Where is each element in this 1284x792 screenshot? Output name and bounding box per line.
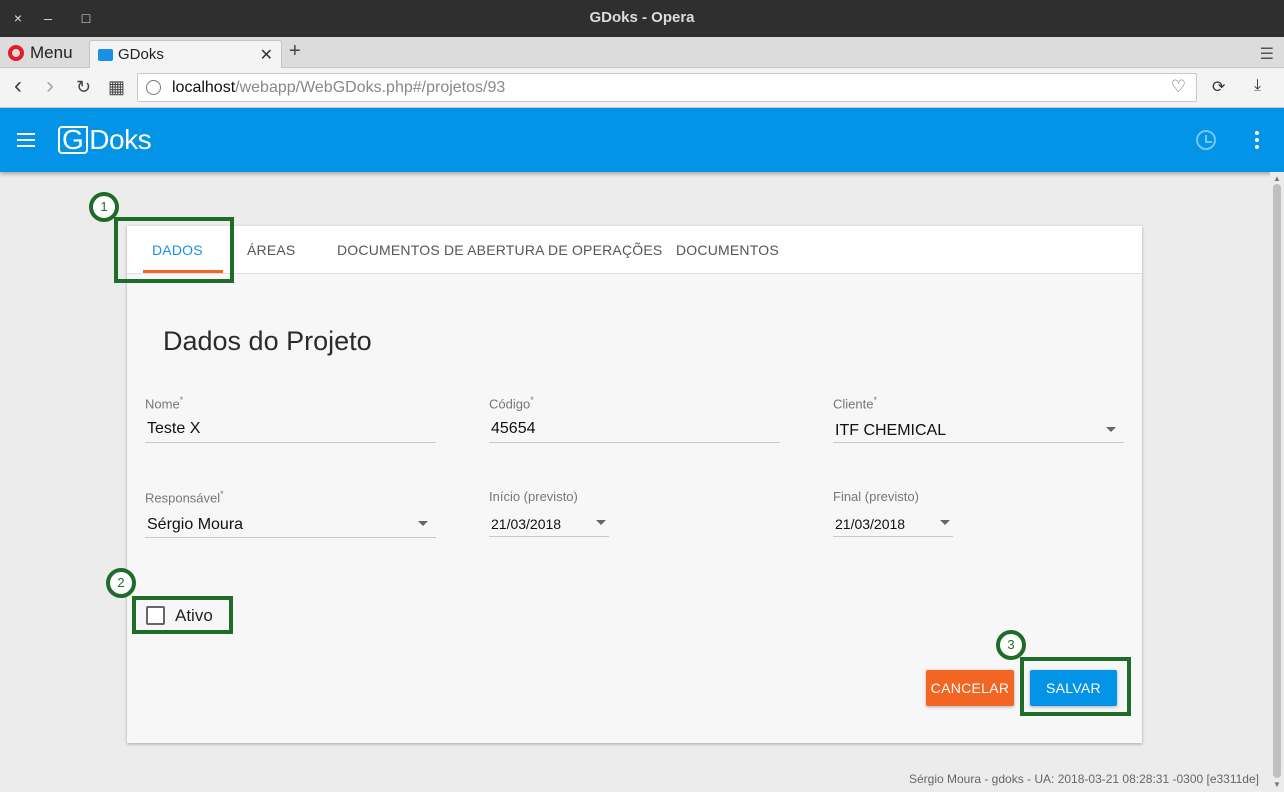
annotation-marker-1: 1 bbox=[89, 192, 119, 222]
section-title: Dados do Projeto bbox=[163, 326, 372, 356]
scroll-up-icon[interactable]: ▲ bbox=[1273, 174, 1281, 183]
browser-tabstrip: Menu GDoks ✕ bbox=[0, 37, 1284, 68]
tab-areas[interactable]: ÁREAS bbox=[247, 242, 295, 258]
cliente-dropdown-icon[interactable] bbox=[1106, 427, 1116, 432]
url-path: /webapp/WebGDoks.php#/projetos/93 bbox=[235, 78, 506, 96]
annotation-marker-3: 3 bbox=[996, 630, 1026, 660]
cliente-label: Cliente* bbox=[833, 395, 877, 412]
inicio-dropdown-icon[interactable] bbox=[596, 520, 606, 525]
annotation-box-checkbox bbox=[132, 596, 233, 634]
tab-close-icon[interactable]: ✕ bbox=[260, 45, 273, 65]
window-titlebar: × – □ GDoks - Opera bbox=[0, 0, 1284, 37]
address-bar[interactable]: localhost /webapp/WebGDoks.php#/projetos… bbox=[137, 73, 1197, 102]
speed-dial-icon[interactable]: ▦ bbox=[108, 77, 125, 98]
responsavel-label: Responsável* bbox=[145, 489, 224, 506]
inicio-label: Início (previsto) bbox=[489, 489, 578, 504]
codigo-input[interactable]: 45654 bbox=[491, 420, 536, 438]
back-icon[interactable]: ‹ bbox=[14, 72, 22, 100]
footer-status: Sérgio Moura - gdoks - UA: 2018-03-21 08… bbox=[908, 772, 1259, 786]
codigo-label: Código* bbox=[489, 395, 534, 412]
scroll-thumb[interactable] bbox=[1273, 184, 1281, 778]
hamburger-menu-icon[interactable] bbox=[17, 133, 35, 147]
nome-label: Nome* bbox=[145, 395, 184, 412]
nome-input[interactable]: Teste X bbox=[147, 420, 200, 438]
annotation-box-tab bbox=[114, 217, 234, 283]
globe-icon bbox=[146, 80, 161, 95]
annotation-marker-2: 2 bbox=[106, 568, 136, 598]
nome-underline bbox=[145, 442, 436, 443]
new-tab-icon[interactable]: + bbox=[289, 40, 301, 63]
favicon-icon bbox=[98, 48, 113, 61]
gdoks-logo: G Doks bbox=[58, 124, 152, 156]
responsavel-dropdown-icon[interactable] bbox=[418, 521, 428, 526]
url-host: localhost bbox=[172, 78, 236, 96]
cliente-underline bbox=[833, 442, 1124, 443]
project-tabs: DADOS ÁREAS DOCUMENTOS DE ABERTURA DE OP… bbox=[127, 226, 1142, 274]
page-scrollbar[interactable]: ▲ ▼ bbox=[1270, 172, 1284, 792]
tab-documentos-abertura[interactable]: DOCUMENTOS DE ABERTURA DE OPERAÇÕES bbox=[337, 242, 662, 258]
tab-documentos[interactable]: DOCUMENTOS bbox=[676, 242, 779, 258]
cancel-button[interactable]: CANCELAR bbox=[926, 670, 1014, 706]
tab-menu-icon[interactable]: ☰ bbox=[1260, 44, 1274, 64]
inicio-underline bbox=[489, 536, 609, 537]
project-card: DADOS ÁREAS DOCUMENTOS DE ABERTURA DE OP… bbox=[127, 226, 1142, 743]
more-vert-icon[interactable] bbox=[1255, 131, 1259, 152]
browser-tab-gdoks[interactable]: GDoks ✕ bbox=[89, 40, 282, 68]
opera-menu-label: Menu bbox=[30, 43, 73, 62]
final-date-select[interactable]: 21/03/2018 bbox=[835, 516, 905, 532]
history-icon[interactable] bbox=[1196, 130, 1216, 150]
codigo-underline bbox=[489, 442, 780, 443]
scroll-down-icon[interactable]: ▼ bbox=[1273, 780, 1281, 789]
browser-navbar: ‹ › ↻ ▦ localhost /webapp/WebGDoks.php#/… bbox=[0, 68, 1284, 108]
opera-logo-icon bbox=[8, 45, 24, 61]
download-icon[interactable]: ⤓ bbox=[1254, 77, 1261, 95]
final-label: Final (previsto) bbox=[833, 489, 919, 504]
bookmark-heart-icon[interactable]: ♡ bbox=[1171, 77, 1186, 97]
responsavel-underline bbox=[145, 537, 436, 538]
cliente-select[interactable]: ITF CHEMICAL bbox=[835, 422, 946, 440]
final-underline bbox=[833, 536, 953, 537]
inicio-date-select[interactable]: 21/03/2018 bbox=[491, 516, 561, 532]
reload-icon[interactable]: ↻ bbox=[76, 77, 91, 98]
app-header: G Doks bbox=[0, 108, 1284, 172]
forward-icon[interactable]: › bbox=[46, 72, 54, 100]
final-dropdown-icon[interactable] bbox=[940, 520, 950, 525]
browser-tab-title: GDoks bbox=[118, 46, 164, 63]
opera-menu-button[interactable]: Menu bbox=[8, 43, 73, 63]
sync-icon[interactable]: ⟳ bbox=[1212, 77, 1225, 97]
annotation-box-save bbox=[1020, 657, 1131, 716]
window-title: GDoks - Opera bbox=[589, 9, 695, 26]
responsavel-select[interactable]: Sérgio Moura bbox=[147, 516, 243, 534]
